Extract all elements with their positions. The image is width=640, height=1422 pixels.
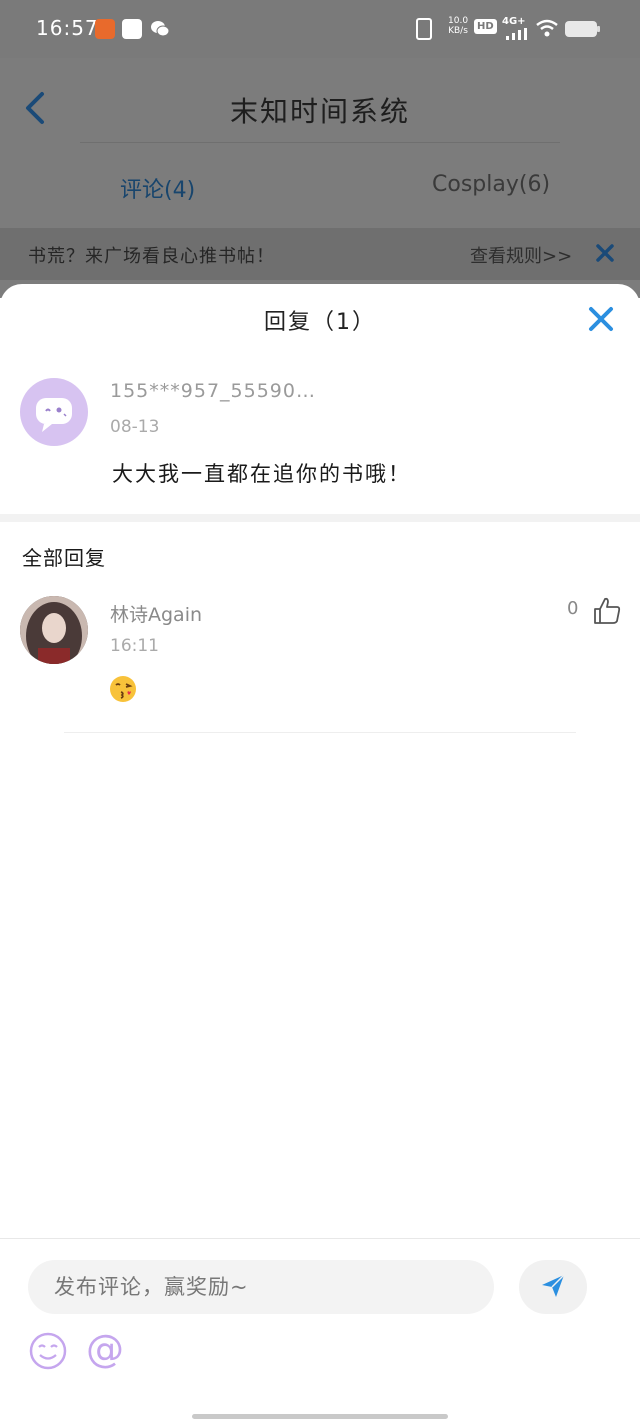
emoji-icon[interactable] [28, 1331, 68, 1371]
bot-avatar-icon [36, 398, 72, 432]
page-title: 末知时间系统 [229, 95, 410, 128]
network-type: 4G+ [502, 16, 526, 27]
vibrate-icon [416, 18, 432, 40]
battery-icon [565, 21, 600, 37]
notice-close-icon[interactable] [594, 242, 616, 264]
comment-text: 大大我一直都在追你的书哦！ [112, 462, 411, 486]
tab-cosplay[interactable]: Cosplay(6) [432, 172, 550, 197]
reply-divider [64, 732, 576, 733]
tab-comments[interactable]: 评论(4) [120, 172, 195, 204]
notification-app-icon [95, 19, 115, 39]
avatar[interactable] [20, 378, 88, 446]
background-page: 末知时间系统 评论(4) Cosplay(6) 书荒？来广场看良心推书帖！ 查看… [0, 58, 640, 298]
kissing-face-emoji [110, 676, 136, 702]
view-rules-link[interactable]: 查看规则>> [470, 242, 572, 268]
reply-username[interactable]: 林诗Again [110, 600, 202, 627]
send-icon [542, 1273, 565, 1297]
hd-badge: HD [474, 19, 497, 34]
reply-time: 16:11 [110, 636, 159, 656]
comment-username[interactable]: 155***957_55590… [110, 380, 316, 402]
status-bar: 16:57 10.0 KB/s HD 4G+ [0, 0, 640, 58]
reply-avatar[interactable] [20, 596, 88, 664]
all-replies-heading: 全部回复 [22, 546, 106, 570]
net-speed: 10.0 KB/s [448, 16, 468, 36]
wechat-icon [151, 21, 170, 37]
thumbs-up-icon[interactable] [592, 596, 622, 626]
mail-icon [122, 19, 142, 39]
section-divider [0, 514, 640, 522]
home-indicator [192, 1414, 448, 1419]
notice-text[interactable]: 书荒？来广场看良心推书帖！ [28, 242, 275, 268]
title-divider [80, 142, 560, 143]
comment-bar: @ [0, 1238, 640, 1422]
comment-date: 08-13 [110, 417, 160, 437]
notice-banner: 书荒？来广场看良心推书帖！ 查看规则>> [0, 228, 640, 280]
net-speed-value: 10.0 [448, 16, 469, 26]
like-count: 0 [567, 598, 579, 619]
comment-input[interactable] [28, 1260, 494, 1314]
signal-icon [506, 28, 527, 40]
wifi-icon [536, 19, 558, 37]
user-photo-avatar [20, 596, 88, 664]
status-time: 16:57 [36, 16, 99, 40]
close-icon[interactable] [586, 304, 616, 334]
mention-at-icon[interactable]: @ [86, 1327, 124, 1371]
send-button[interactable] [519, 1260, 587, 1314]
net-speed-unit: KB/s [448, 26, 468, 36]
sheet-title: 回复（1） [264, 310, 376, 335]
